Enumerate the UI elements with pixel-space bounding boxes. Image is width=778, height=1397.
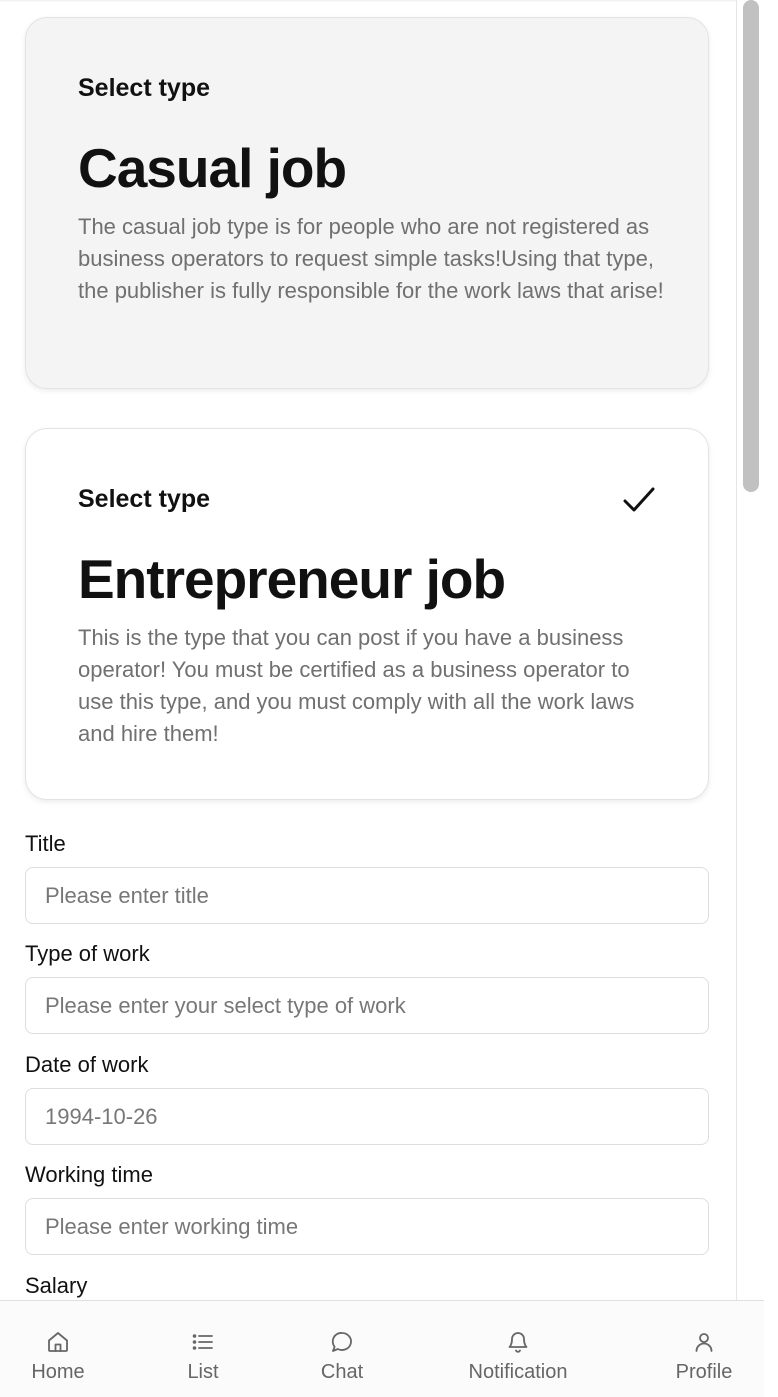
nav-label: Home	[31, 1361, 85, 1383]
title-label: Title	[25, 831, 66, 856]
top-divider	[0, 0, 736, 2]
bell-icon	[508, 1332, 528, 1353]
card-title: Entrepreneur job	[78, 548, 506, 610]
date-of-work-input[interactable]	[25, 1088, 709, 1145]
title-input[interactable]	[25, 867, 709, 924]
card-eyebrow: Select type	[78, 485, 211, 513]
job-type-card-entrepreneur[interactable]: Select type Entrepreneur job This is the…	[25, 428, 709, 800]
scroll-content[interactable]: Select type Casual job The casual job ty…	[0, 0, 736, 1300]
type-of-work-label: Type of work	[25, 941, 150, 966]
user-icon	[695, 1333, 713, 1352]
card-description: This is the type that you can post if yo…	[78, 625, 635, 746]
chat-icon	[331, 1332, 352, 1352]
card-eyebrow: Select type	[78, 74, 211, 102]
scrollbar-thumb[interactable]	[743, 0, 759, 492]
date-of-work-label: Date of work	[25, 1052, 149, 1077]
working-time-input[interactable]	[25, 1198, 709, 1255]
nav-item-chat[interactable]: Chat	[294, 1301, 390, 1397]
nav-item-notification[interactable]: Notification	[448, 1301, 588, 1397]
nav-item-list[interactable]: List	[155, 1301, 251, 1397]
bottom-navigation: Home List Chat Notification Profile	[0, 1300, 764, 1397]
type-of-work-input[interactable]	[25, 977, 709, 1034]
check-icon	[623, 487, 655, 512]
nav-label: Chat	[320, 1361, 364, 1383]
salary-label: Salary	[25, 1273, 88, 1298]
nav-label: List	[187, 1361, 219, 1383]
home-icon	[48, 1332, 68, 1352]
card-description: The casual job type is for people who ar…	[78, 214, 664, 303]
nav-item-home[interactable]: Home	[10, 1301, 106, 1397]
nav-item-profile[interactable]: Profile	[656, 1301, 752, 1397]
nav-label: Notification	[468, 1361, 568, 1383]
job-type-card-casual[interactable]: Select type Casual job The casual job ty…	[25, 17, 709, 389]
list-icon	[192, 1334, 213, 1350]
working-time-label: Working time	[25, 1162, 153, 1187]
card-title: Casual job	[78, 137, 347, 199]
nav-label: Profile	[675, 1361, 733, 1383]
